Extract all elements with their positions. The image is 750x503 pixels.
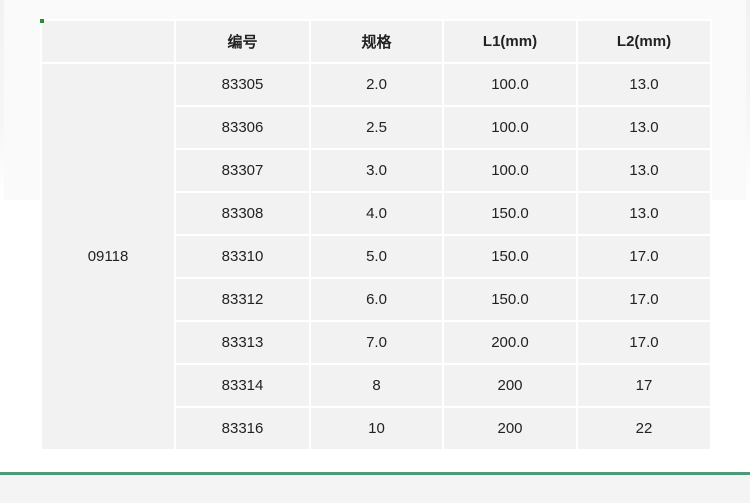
cell-l2: 13.0 xyxy=(578,150,710,191)
cell-code: 83310 xyxy=(176,236,309,277)
cell-spec: 6.0 xyxy=(311,279,442,320)
cell-l2: 17.0 xyxy=(578,322,710,363)
cell-l2: 22 xyxy=(578,408,710,449)
corner-mark xyxy=(40,19,44,23)
page: 编号 规格 L1(mm) L2(mm) 09118 83305 2.0 100.… xyxy=(0,0,750,503)
cell-spec: 2.0 xyxy=(311,64,442,105)
table-header-row: 编号 规格 L1(mm) L2(mm) xyxy=(42,21,710,62)
cell-code: 83314 xyxy=(176,365,309,406)
cell-code: 83313 xyxy=(176,322,309,363)
cell-l1: 200.0 xyxy=(444,322,576,363)
cell-l2: 13.0 xyxy=(578,64,710,105)
cell-l1: 100.0 xyxy=(444,64,576,105)
cell-spec: 2.5 xyxy=(311,107,442,148)
cell-l2: 17.0 xyxy=(578,236,710,277)
cell-spec: 7.0 xyxy=(311,322,442,363)
cell-code: 83312 xyxy=(176,279,309,320)
cell-spec: 8 xyxy=(311,365,442,406)
cell-spec: 3.0 xyxy=(311,150,442,191)
table-row: 09118 83305 2.0 100.0 13.0 xyxy=(42,64,710,449)
cell-spec: 4.0 xyxy=(311,193,442,234)
cell-spec: 10 xyxy=(311,408,442,449)
cell-code: 83308 xyxy=(176,193,309,234)
cell-l1: 200 xyxy=(444,365,576,406)
cell-code: 83316 xyxy=(176,408,309,449)
cell-l1: 150.0 xyxy=(444,193,576,234)
cell-l1: 100.0 xyxy=(444,107,576,148)
cell-l2: 13.0 xyxy=(578,193,710,234)
cell-l1: 150.0 xyxy=(444,236,576,277)
header-corner-cell xyxy=(42,21,174,62)
cell-spec: 5.0 xyxy=(311,236,442,277)
cell-code: 83305 xyxy=(176,64,309,105)
cell-l2: 17 xyxy=(578,365,710,406)
cell-l2: 17.0 xyxy=(578,279,710,320)
header-cell-code: 编号 xyxy=(176,21,309,62)
header-cell-l1: L1(mm) xyxy=(444,21,576,62)
cell-l1: 200 xyxy=(444,408,576,449)
cell-l1: 100.0 xyxy=(444,150,576,191)
cell-l2: 13.0 xyxy=(578,107,710,148)
footer-bar xyxy=(0,475,750,503)
group-label-cell: 09118 xyxy=(42,64,174,449)
cell-code: 83307 xyxy=(176,150,309,191)
header-cell-l2: L2(mm) xyxy=(578,21,710,62)
header-cell-spec: 规格 xyxy=(311,21,442,62)
cell-code: 83306 xyxy=(176,107,309,148)
cell-l1: 150.0 xyxy=(444,279,576,320)
spec-table: 编号 规格 L1(mm) L2(mm) 09118 83305 2.0 100.… xyxy=(40,19,712,451)
